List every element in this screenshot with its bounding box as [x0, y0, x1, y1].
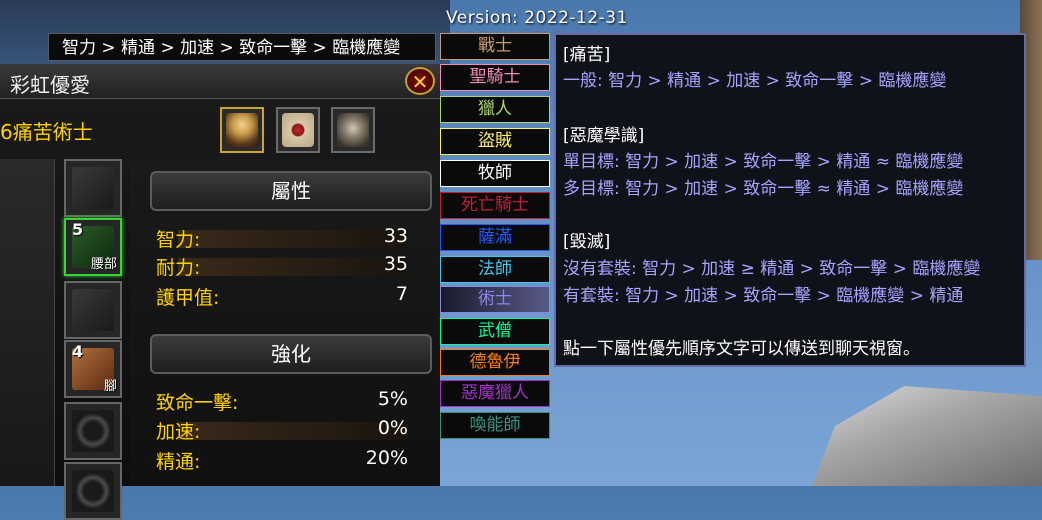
help-text: 點一下屬性優先順序文字可以傳送到聊天視窗。 — [563, 339, 920, 359]
gear-slot-waist[interactable]: 5 腰部 — [64, 218, 122, 276]
priority-line[interactable]: 單目標: 智力 > 加速 > 致命一擊 > 精通 ≈ 臨機應變 — [563, 147, 963, 172]
priority-line[interactable]: 沒有套裝: 智力 > 加速 ≥ 精通 > 致命一擊 > 臨機應變 — [563, 254, 980, 279]
item-level-label: 5 — [72, 220, 84, 239]
stat-priority-info-panel: [痛苦] 一般: 智力 > 精通 > 加速 > 致命一擊 > 臨機應變 [惡魔學… — [554, 33, 1026, 367]
version-label: Version: 2022-12-31 — [446, 8, 628, 28]
class-button-priest[interactable]: 牧師 — [440, 160, 550, 187]
stat-value: 7 — [395, 283, 408, 305]
class-button-death-knight[interactable]: 死亡騎士 — [440, 192, 550, 219]
class-button-mage[interactable]: 法師 — [440, 256, 550, 283]
character-tab[interactable] — [220, 107, 264, 153]
stat-row-intellect: 智力: 33 — [156, 225, 408, 251]
stat-value: 35 — [383, 253, 408, 275]
spec-heading-demonology: [惡魔學識] — [563, 126, 645, 146]
stat-value: 5% — [377, 388, 408, 410]
stat-value: 20% — [365, 447, 408, 469]
stat-row-armor: 護甲值: 7 — [156, 283, 408, 309]
stat-value: 0% — [377, 417, 408, 439]
paperdoll-model — [0, 159, 55, 486]
gear-slot-finger-1[interactable] — [64, 402, 122, 460]
item-level-label: 4 — [72, 342, 84, 361]
ring-icon — [72, 410, 114, 452]
character-name: 彩虹優愛 — [10, 73, 90, 97]
priority-line[interactable]: 有套裝: 智力 > 加速 > 致命一擊 > 臨機應變 > 精通 — [563, 281, 963, 306]
character-header: 彩虹優愛 ✕ — [0, 64, 440, 99]
currency-tab[interactable] — [331, 107, 375, 153]
spec-heading-destruction: [毀滅] — [563, 232, 611, 252]
stat-row-stamina: 耐力: 35 — [156, 253, 408, 279]
stat-label: 加速: — [156, 421, 201, 443]
stat-priority-bar[interactable]: 智力 > 精通 > 加速 > 致命一擊 > 臨機應變 — [48, 33, 436, 61]
gauntlet-icon — [72, 167, 114, 209]
stat-row-haste: 加速: 0% — [156, 417, 408, 443]
slot-label: 腰部 — [90, 257, 117, 272]
gear-slot-finger-2[interactable] — [64, 462, 122, 520]
class-button-evoker[interactable]: 喚能師 — [440, 412, 550, 439]
class-button-shaman[interactable]: 薩滿 — [440, 224, 550, 251]
spec-heading-affliction: [痛苦] — [563, 45, 611, 65]
gear-slot-legs[interactable] — [64, 281, 122, 339]
background-rock — [812, 386, 1042, 486]
stat-value: 33 — [383, 225, 408, 247]
reputation-tab[interactable] — [276, 107, 320, 153]
class-button-paladin[interactable]: 聖騎士 — [440, 64, 550, 91]
gear-slot-hands[interactable] — [64, 159, 122, 217]
stat-label: 智力: — [156, 229, 201, 251]
seal-scroll-icon — [282, 113, 314, 147]
class-button-demon-hunter[interactable]: 惡魔獵人 — [440, 380, 550, 407]
stat-label: 護甲值: — [156, 287, 220, 309]
ring-icon — [72, 470, 114, 512]
priority-line[interactable]: 一般: 智力 > 精通 > 加速 > 致命一擊 > 臨機應變 — [563, 66, 946, 91]
spec-label: 6痛苦術士 — [0, 120, 93, 144]
class-button-rogue[interactable]: 盜賊 — [440, 128, 550, 155]
enhancements-header[interactable]: 強化 — [150, 334, 432, 374]
slot-label: 腳 — [103, 379, 117, 394]
gear-slot-feet[interactable]: 4 腳 — [64, 340, 122, 398]
stats-pane: 屬性 智力: 33 耐力: 35 護甲值: 7 強化 致命一擊: 5% 加速: … — [130, 159, 440, 486]
legs-icon — [72, 289, 114, 331]
stat-row-mastery: 精通: 20% — [156, 447, 408, 473]
stat-label: 耐力: — [156, 257, 201, 279]
close-button[interactable]: ✕ — [405, 67, 435, 95]
class-button-warrior[interactable]: 戰士 — [440, 33, 550, 60]
portrait-icon — [226, 113, 258, 147]
character-panel: 彩虹優愛 ✕ 6痛苦術士 5 腰部 4 腳 屬性 智力: 33 耐力: 35 護… — [0, 64, 440, 520]
class-button-warlock[interactable]: 術士 — [440, 286, 550, 313]
class-button-hunter[interactable]: 獵人 — [440, 96, 550, 123]
stat-label: 精通: — [156, 451, 201, 473]
class-button-monk[interactable]: 武僧 — [440, 318, 550, 345]
helmet-sword-icon — [337, 113, 369, 147]
stat-row-crit: 致命一擊: 5% — [156, 388, 408, 414]
attributes-header[interactable]: 屬性 — [150, 171, 432, 211]
class-button-druid[interactable]: 德魯伊 — [440, 349, 550, 376]
priority-line[interactable]: 多目標: 智力 > 加速 > 致命一擊 ≈ 精通 > 臨機應變 — [563, 174, 963, 199]
stat-label: 致命一擊: — [156, 392, 239, 414]
